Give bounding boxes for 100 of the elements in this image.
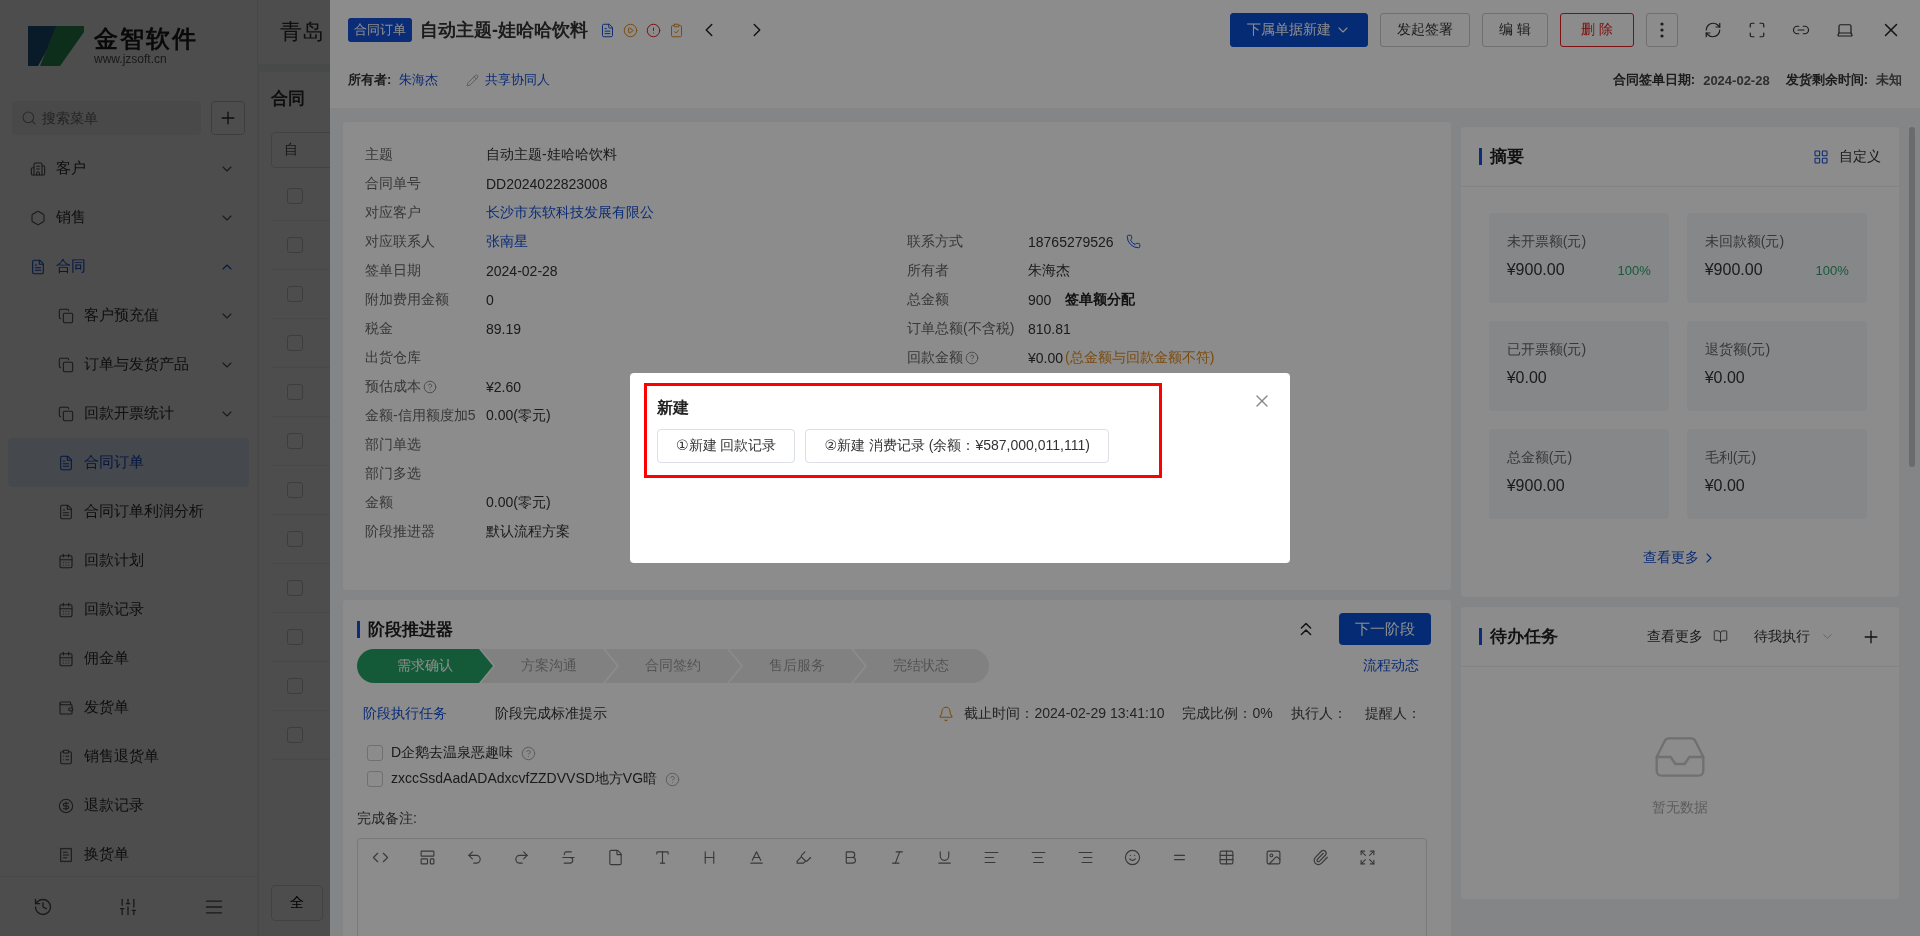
flow-log-link[interactable]: 流程动态 [1362,657,1419,675]
stage-tab[interactable]: 阶段执行任务 [363,705,447,723]
action-button[interactable]: 下属单据新建 [1230,13,1369,47]
underline-icon[interactable] [936,849,953,866]
italic-icon[interactable] [889,849,906,866]
filter-dropdown[interactable]: 待我执行 [1754,627,1811,646]
laptop-icon [1836,21,1854,39]
play-icon[interactable] [623,22,638,38]
more-button[interactable] [1646,13,1678,47]
image-icon[interactable] [1265,849,1282,866]
field-value: 0.00(零元) [486,493,551,512]
phone-icon[interactable] [1125,234,1141,249]
logo-name: 金智软件 [94,26,198,53]
history-icon[interactable] [32,896,53,917]
highlighter-icon[interactable] [795,849,812,866]
sliders-icon[interactable] [118,896,139,917]
action-button[interactable]: 发起签署 [1380,13,1471,47]
field-label: 出货仓库 [365,347,421,367]
field-value: 18765279526 [1028,233,1114,250]
task-label: zxccSsdAadADAdxcvfZZDVVSD地方VG暗 [391,770,658,788]
align-center-icon[interactable] [1030,849,1047,866]
metric-percent: 100% [1617,262,1651,278]
menu-item[interactable]: 退款记录 [8,781,249,830]
card-title: 摘要 [1478,148,1524,165]
field-value: 0.00(零元) [486,406,551,425]
field-label: 金额 [365,492,393,512]
stage-info: 执行人： [1290,705,1347,723]
notes-label: 完成备注: [357,810,418,828]
menu-item[interactable]: 发货单 [8,683,249,732]
view-more-link[interactable]: 查看更多 [1642,549,1717,567]
task-checkbox[interactable] [367,771,383,787]
owner-link[interactable]: 朱海杰 [399,71,439,89]
metric-label: 毛利(元) [1704,449,1758,467]
menu-item[interactable]: 回款记录 [8,585,249,634]
next-stage-button[interactable]: 下一阶段 [1338,613,1431,645]
allocation-link[interactable]: 签单额分配 [1065,290,1136,309]
strikethrough-icon[interactable] [560,849,577,866]
menu-item[interactable]: 客户 [8,144,249,193]
text-icon[interactable] [654,849,671,866]
document-icon [30,258,46,275]
stage-step[interactable]: 需求确认 [357,649,493,683]
redo-icon[interactable] [513,849,530,866]
emoji-icon[interactable] [1124,849,1141,866]
display-button[interactable] [1836,21,1854,39]
menu-item[interactable]: 回款计划 [8,536,249,585]
grid-icon[interactable] [1813,148,1830,165]
field-link[interactable]: 长沙市东软科技发展有限公 [486,203,654,222]
alert-icon[interactable] [646,22,661,38]
fullscreen-icon[interactable] [1359,849,1376,866]
help-icon [665,771,681,787]
menu-item[interactable]: 换货单 [8,830,249,876]
menu-item[interactable]: 销售退货单 [8,732,249,781]
clipboard-icon[interactable] [669,22,684,38]
stage-tab[interactable]: 阶段完成标准提示 [495,705,607,723]
metric-value: ¥0.00 [1704,369,1745,387]
task-checkbox[interactable] [367,745,383,761]
field-label: 主题 [365,144,393,164]
align-right-icon[interactable] [1077,849,1094,866]
calendar-icon [58,552,74,569]
bell-icon [938,706,955,722]
menu-item[interactable]: 合同订单 [8,438,249,487]
table-icon[interactable] [1218,849,1235,866]
fullscreen-button[interactable] [1748,21,1766,39]
menu-item[interactable]: 销售 [8,193,249,242]
menu-item[interactable]: 订单与发货产品 [8,340,249,389]
edit-icon [466,73,480,87]
menu-item[interactable]: 佣金单 [8,634,249,683]
menu-item[interactable]: 合同订单利润分析 [8,487,249,536]
undo-icon[interactable] [466,849,483,866]
refresh-button[interactable] [1704,21,1722,39]
action-button[interactable]: 编 辑 [1482,13,1549,47]
copy-icon [58,307,74,324]
meta-label: 合同签单日期: [1612,71,1696,89]
layout-icon[interactable] [419,849,436,866]
align-left-icon[interactable] [983,849,1000,866]
add-button[interactable] [211,101,245,135]
page-title: 合同 [271,87,306,110]
menu-item[interactable]: 回款开票统计 [8,389,249,438]
attachment-icon[interactable] [1312,849,1329,866]
create-option-button[interactable]: ②新建 消费记录 (余额：¥587,000,011,111) [805,429,1109,463]
metric-label: 总金额(元) [1506,449,1574,467]
share-link[interactable]: 共享协同人 [466,71,551,89]
footer-button[interactable]: 全 [271,885,323,921]
owner-label: 所有者: [348,71,392,89]
customize-link[interactable]: 自定义 [1839,147,1882,166]
field-label: 对应客户 [365,202,421,222]
font-color-icon[interactable] [748,849,765,866]
action-button[interactable]: 删 除 [1560,13,1634,47]
menu-item[interactable]: 客户预充值 [8,291,249,340]
document-icon[interactable] [600,22,615,38]
field-link[interactable]: 张南星 [486,232,528,251]
record-title: 自动主题-娃哈哈饮料 [420,19,588,42]
view-more-link[interactable]: 查看更多 [1647,627,1704,646]
scrollbar[interactable] [1909,127,1915,467]
field-label: 对应联系人 [365,231,435,251]
create-option-button[interactable]: ①新建 回款记录 [657,429,796,463]
type-tag: 合同订单 [348,18,412,42]
menu-item[interactable]: 合同 [8,242,249,291]
file-icon[interactable] [607,849,624,866]
stage-info: 截止时间：2024-02-29 13:41:10 [964,705,1165,723]
